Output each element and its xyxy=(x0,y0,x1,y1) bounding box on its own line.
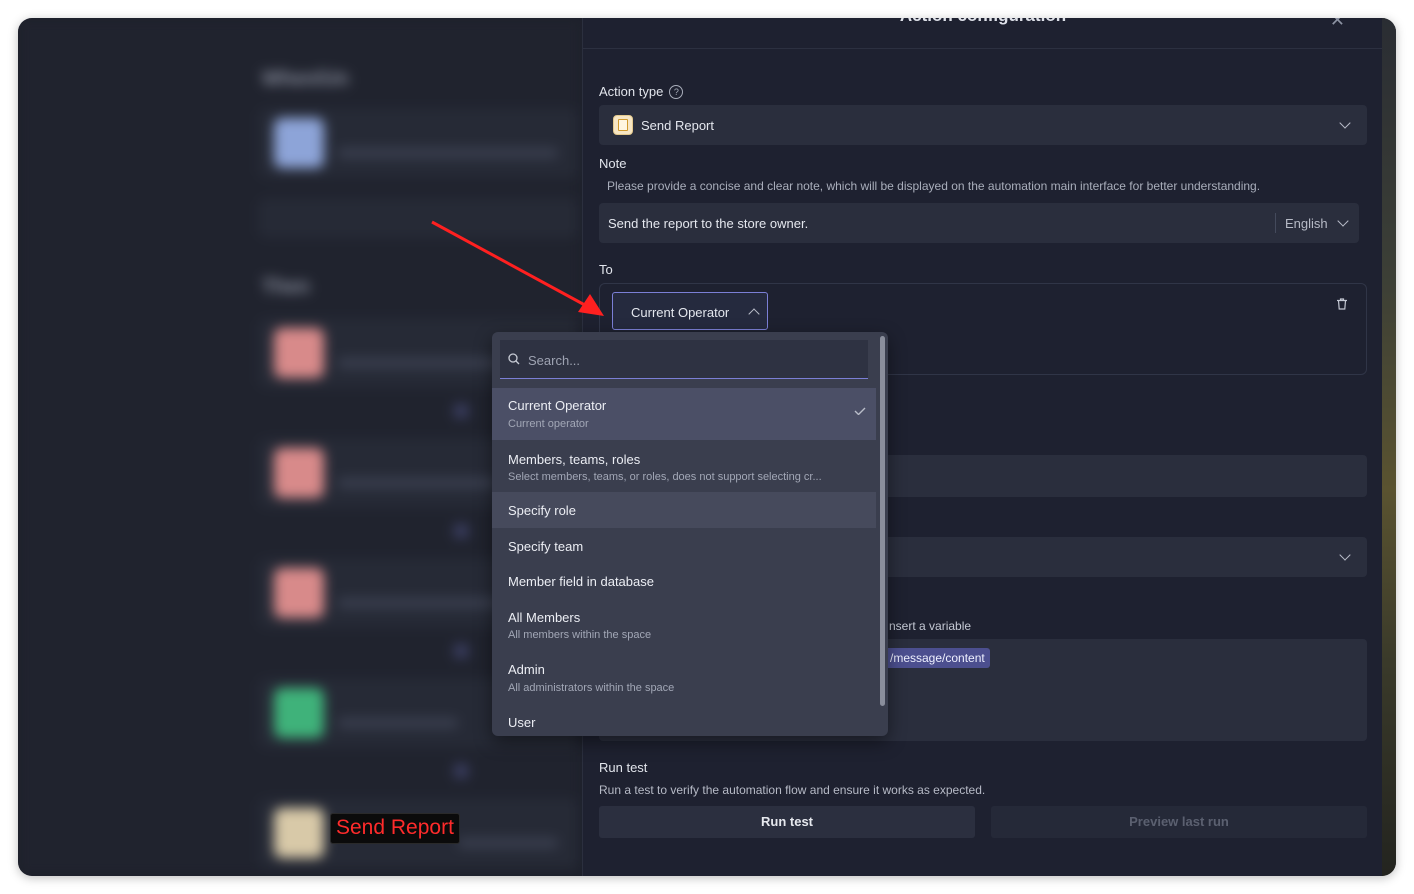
action-text-line xyxy=(338,718,458,728)
action-type-select[interactable]: Send Report xyxy=(599,105,1367,145)
chevron-down-icon xyxy=(1337,215,1349,227)
note-value: Send the report to the store owner. xyxy=(608,216,809,231)
option-description: All members within the space xyxy=(508,629,652,641)
action-thumbnail xyxy=(274,688,324,738)
trigger-text-line xyxy=(338,148,558,158)
option-title: User xyxy=(508,715,536,730)
search-field[interactable] xyxy=(500,340,868,379)
variable-hint: nsert a variable xyxy=(889,619,972,633)
background-edge xyxy=(1382,18,1396,876)
trigger-thumbnail xyxy=(274,118,324,168)
option-title: Admin xyxy=(508,662,545,677)
option-members-teams-roles[interactable]: Members, teams, roles Select members, te… xyxy=(492,440,876,492)
chevron-down-icon xyxy=(1339,117,1351,129)
report-icon xyxy=(613,115,633,135)
action-type-label-text: Action type xyxy=(599,84,664,99)
language-select[interactable]: English xyxy=(1285,216,1328,231)
option-title: Members, teams, roles xyxy=(508,452,641,467)
action-thumbnail xyxy=(274,808,324,858)
dropdown-scrollbar[interactable] xyxy=(880,336,885,706)
option-title: Current Operator xyxy=(508,398,607,413)
action-thumbnail xyxy=(274,448,324,498)
run-test-description: Run a test to verify the automation flow… xyxy=(599,783,986,797)
preview-last-run-button[interactable]: Preview last run xyxy=(991,806,1367,838)
trash-icon[interactable] xyxy=(1336,298,1348,310)
panel-divider xyxy=(583,48,1383,49)
action-thumbnail xyxy=(274,568,324,618)
option-description: Current operator xyxy=(508,418,589,430)
option-admin[interactable]: Admin All administrators within the spac… xyxy=(492,652,876,704)
recipient-type-value: Current Operator xyxy=(631,305,730,320)
search-icon xyxy=(508,353,520,365)
action-type-value: Send Report xyxy=(641,118,714,133)
send-report-annotation: Send Report xyxy=(330,813,460,844)
option-member-field[interactable]: Member field in database xyxy=(492,564,876,600)
option-title: All Members xyxy=(508,610,581,625)
connector-dot xyxy=(454,764,468,778)
option-title: Specify role xyxy=(508,503,576,518)
note-description: Please provide a concise and clear note,… xyxy=(607,179,1261,193)
connector-dot xyxy=(454,524,468,538)
panel-title: Action configuration xyxy=(583,18,1383,26)
action-text-line xyxy=(338,478,498,488)
option-specify-role[interactable]: Specify role xyxy=(492,492,876,528)
connector-dot xyxy=(454,644,468,658)
connector-dot xyxy=(454,404,468,418)
recipient-type-button[interactable]: Current Operator xyxy=(612,292,768,330)
option-description: Select members, teams, or roles, does no… xyxy=(508,471,822,483)
option-all-members[interactable]: All Members All members within the space xyxy=(492,600,876,652)
action-text-line xyxy=(458,838,558,848)
option-specify-team[interactable]: Specify team xyxy=(492,528,876,564)
note-input[interactable]: Send the report to the store owner. Engl… xyxy=(599,203,1359,243)
chevron-up-icon xyxy=(748,308,760,320)
action-type-label: Action type? xyxy=(599,84,684,99)
action-text-line xyxy=(338,598,508,608)
close-icon[interactable]: ✕ xyxy=(1330,18,1345,31)
option-current-operator[interactable]: Current Operator Current operator xyxy=(492,388,876,440)
app-window: When/Un Then Send Report Action configur… xyxy=(18,18,1396,876)
run-test-button[interactable]: Run test xyxy=(599,806,975,838)
annotation-arrow-icon xyxy=(431,220,604,316)
option-title: Member field in database xyxy=(508,574,654,589)
help-icon[interactable]: ? xyxy=(669,85,684,99)
option-description: All administrators within the space xyxy=(508,682,675,694)
trigger-section-heading: When/Un xyxy=(262,68,349,90)
option-title: Specify team xyxy=(508,539,584,554)
variable-chip[interactable]: /message/content xyxy=(885,648,990,668)
check-icon xyxy=(854,407,866,415)
chevron-down-icon xyxy=(1339,549,1351,561)
language-divider xyxy=(1275,213,1276,233)
action-thumbnail xyxy=(274,328,324,378)
option-user[interactable]: User xyxy=(492,704,876,736)
run-test-label: Run test xyxy=(599,760,648,775)
search-input[interactable] xyxy=(526,348,850,372)
note-label: Note xyxy=(599,156,627,171)
recipient-dropdown: Current Operator Current operator Member… xyxy=(492,332,888,736)
actions-section-heading: Then xyxy=(262,276,310,298)
action-text-line xyxy=(338,358,518,368)
